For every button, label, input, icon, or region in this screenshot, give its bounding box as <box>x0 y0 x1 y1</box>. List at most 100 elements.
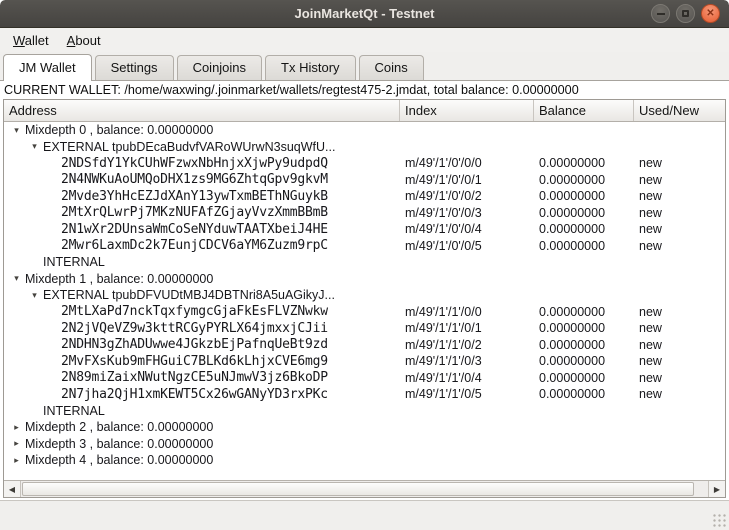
cell-used-new: new <box>634 321 725 335</box>
table-row[interactable]: 2Mwr6LaxmDc2k7EunjCDCV6aYM6Zuzm9rpCm/49'… <box>4 238 725 255</box>
horizontal-scrollbar[interactable]: ◀ ▶ <box>4 480 725 497</box>
cell-balance: 0.00000000 <box>534 305 634 319</box>
table-row[interactable]: ▾EXTERNAL tpubDEcaBudvfVARoWUrwN3suqWfU.… <box>4 139 725 156</box>
cell-balance: 0.00000000 <box>534 222 634 236</box>
cell-used-new: new <box>634 189 725 203</box>
cell-index: m/49'/1'/0'/0/2 <box>400 189 534 203</box>
cell-balance: 0.00000000 <box>534 387 634 401</box>
row-label: 2NDHN3gZhADUwwe4JGkzbEjPafnqUeBt9zd <box>61 337 328 352</box>
cell-address: ▾EXTERNAL tpubDFVUDtMBJ4DBTNri8A5uAGikyJ… <box>4 288 400 302</box>
cell-balance: 0.00000000 <box>534 189 634 203</box>
tab-settings[interactable]: Settings <box>95 55 174 80</box>
table-row[interactable]: ▸Mixdepth 3 , balance: 0.00000000 <box>4 436 725 453</box>
cell-address: ▾Mixdepth 1 , balance: 0.00000000 <box>4 272 400 286</box>
menu-about[interactable]: About <box>58 30 110 51</box>
row-label: 2N7jha2QjH1xmKEWT5Cx26wGANyYD3rxPKc <box>61 387 328 402</box>
table-row[interactable]: 2N4NWKuAoUMQoDHX1zs9MG6ZhtqGpv9gkvMm/49'… <box>4 172 725 189</box>
table-row[interactable]: ▾Mixdepth 1 , balance: 0.00000000 <box>4 271 725 288</box>
cell-balance: 0.00000000 <box>534 338 634 352</box>
row-label: Mixdepth 3 , balance: 0.00000000 <box>25 437 213 451</box>
cell-address: 2N1wXr2DUnsaWmCoSeNYduwTAATXbeiJ4HE <box>4 222 400 237</box>
cell-balance: 0.00000000 <box>534 156 634 170</box>
collapse-arrow-icon[interactable]: ▾ <box>8 125 25 136</box>
collapse-arrow-icon[interactable]: ▾ <box>8 273 25 284</box>
maximize-button[interactable] <box>676 4 695 23</box>
column-header-used-new[interactable]: Used/New <box>634 100 725 121</box>
scroll-right-button[interactable]: ▶ <box>708 481 725 497</box>
cell-used-new: new <box>634 239 725 253</box>
collapse-arrow-icon[interactable]: ▾ <box>26 290 43 301</box>
cell-address: ▸Mixdepth 4 , balance: 0.00000000 <box>4 453 400 467</box>
tab-pane: CURRENT WALLET: /home/waxwing/.joinmarke… <box>0 80 729 500</box>
column-header-address[interactable]: Address <box>4 100 400 121</box>
cell-used-new: new <box>634 338 725 352</box>
scroll-left-icon: ◀ <box>9 485 15 494</box>
cell-used-new: new <box>634 354 725 368</box>
cell-used-new: new <box>634 222 725 236</box>
table-row[interactable]: ▸Mixdepth 4 , balance: 0.00000000 <box>4 452 725 469</box>
resize-grip[interactable] <box>711 512 726 527</box>
table-row[interactable]: 2N2jVQeVZ9w3kttRCGyPYRLX64jmxxjCJiim/49'… <box>4 320 725 337</box>
cell-index: m/49'/1'/1'/0/0 <box>400 305 534 319</box>
row-label: EXTERNAL tpubDFVUDtMBJ4DBTNri8A5uAGikyJ.… <box>43 288 335 302</box>
cell-address: ▾EXTERNAL tpubDEcaBudvfVARoWUrwN3suqWfU.… <box>4 140 400 154</box>
cell-address: 2MtLXaPd7nckTqxfymgcGjaFkEsFLVZNwkw <box>4 304 400 319</box>
tab-jm-wallet[interactable]: JM Wallet <box>3 54 92 81</box>
table-row[interactable]: 2MtLXaPd7nckTqxfymgcGjaFkEsFLVZNwkwm/49'… <box>4 304 725 321</box>
cell-used-new: new <box>634 206 725 220</box>
table-row[interactable]: 2MvFXsKub9mFHGuiC7BLKd6kLhjxCVE6mg9m/49'… <box>4 353 725 370</box>
titlebar[interactable]: JoinMarketQt - Testnet ✕ <box>0 0 729 28</box>
cell-address: 2Mwr6LaxmDc2k7EunjCDCV6aYM6Zuzm9rpC <box>4 238 400 253</box>
table-row[interactable]: INTERNAL <box>4 254 725 271</box>
cell-used-new: new <box>634 156 725 170</box>
cell-address: ▸Mixdepth 3 , balance: 0.00000000 <box>4 437 400 451</box>
cell-balance: 0.00000000 <box>534 354 634 368</box>
cell-address: 2MtXrQLwrPj7MKzNUFAfZGjayVvzXmmBBmB <box>4 205 400 220</box>
row-label: INTERNAL <box>43 404 105 418</box>
table-row[interactable]: ▾Mixdepth 0 , balance: 0.00000000 <box>4 122 725 139</box>
table-header: Address Index Balance Used/New <box>4 100 725 122</box>
table-row[interactable]: ▾EXTERNAL tpubDFVUDtMBJ4DBTNri8A5uAGikyJ… <box>4 287 725 304</box>
cell-address: 2NDSfdY1YkCUhWFzwxNbHnjxXjwPy9udpdQ <box>4 156 400 171</box>
expand-arrow-icon[interactable]: ▸ <box>8 422 25 433</box>
table-row[interactable]: 2MtXrQLwrPj7MKzNUFAfZGjayVvzXmmBBmBm/49'… <box>4 205 725 222</box>
minimize-icon <box>657 13 665 15</box>
table-row[interactable]: 2N89miZaixNWutNgzCE5uNJmwV3jz6BkoDPm/49'… <box>4 370 725 387</box>
table-row[interactable]: INTERNAL <box>4 403 725 420</box>
expand-arrow-icon[interactable]: ▸ <box>8 438 25 449</box>
tab-tx-history[interactable]: Tx History <box>265 55 356 80</box>
scroll-left-button[interactable]: ◀ <box>4 481 21 497</box>
table-row[interactable]: 2NDHN3gZhADUwwe4JGkzbEjPafnqUeBt9zdm/49'… <box>4 337 725 354</box>
cell-used-new: new <box>634 173 725 187</box>
cell-index: m/49'/1'/0'/0/5 <box>400 239 534 253</box>
cell-address: 2MvFXsKub9mFHGuiC7BLKd6kLhjxCVE6mg9 <box>4 354 400 369</box>
scrollbar-thumb[interactable] <box>22 482 694 496</box>
cell-used-new: new <box>634 305 725 319</box>
cell-balance: 0.00000000 <box>534 206 634 220</box>
row-label: 2N2jVQeVZ9w3kttRCGyPYRLX64jmxxjCJii <box>61 321 328 336</box>
cell-balance: 0.00000000 <box>534 371 634 385</box>
close-button[interactable]: ✕ <box>701 4 720 23</box>
column-header-balance[interactable]: Balance <box>534 100 634 121</box>
table-row[interactable]: 2NDSfdY1YkCUhWFzwxNbHnjxXjwPy9udpdQm/49'… <box>4 155 725 172</box>
table-row[interactable]: 2N7jha2QjH1xmKEWT5Cx26wGANyYD3rxPKcm/49'… <box>4 386 725 403</box>
column-header-index[interactable]: Index <box>400 100 534 121</box>
cell-address: ▾Mixdepth 0 , balance: 0.00000000 <box>4 123 400 137</box>
table-row[interactable]: 2Mvde3YhHcEZJdXAnY13ywTxmBEThNGuykB m/49'… <box>4 188 725 205</box>
expand-arrow-icon[interactable]: ▸ <box>8 455 25 466</box>
row-label: 2Mvde3YhHcEZJdXAnY13ywTxmBEThNGuykB <box>61 189 328 204</box>
tab-coins[interactable]: Coins <box>359 55 424 80</box>
cell-index: m/49'/1'/1'/0/3 <box>400 354 534 368</box>
tab-bar: JM WalletSettingsCoinjoinsTx HistoryCoin… <box>0 52 729 80</box>
row-label: 2N4NWKuAoUMQoDHX1zs9MG6ZhtqGpv9gkvM <box>61 172 328 187</box>
row-label: Mixdepth 2 , balance: 0.00000000 <box>25 420 213 434</box>
tab-coinjoins[interactable]: Coinjoins <box>177 55 262 80</box>
minimize-button[interactable] <box>651 4 670 23</box>
collapse-arrow-icon[interactable]: ▾ <box>26 141 43 152</box>
scrollbar-track[interactable] <box>21 481 708 497</box>
table-row[interactable]: 2N1wXr2DUnsaWmCoSeNYduwTAATXbeiJ4HEm/49'… <box>4 221 725 238</box>
scroll-right-icon: ▶ <box>714 485 720 494</box>
menu-wallet[interactable]: Wallet <box>4 30 58 51</box>
cell-index: m/49'/1'/0'/0/0 <box>400 156 534 170</box>
table-row[interactable]: ▸Mixdepth 2 , balance: 0.00000000 <box>4 419 725 436</box>
